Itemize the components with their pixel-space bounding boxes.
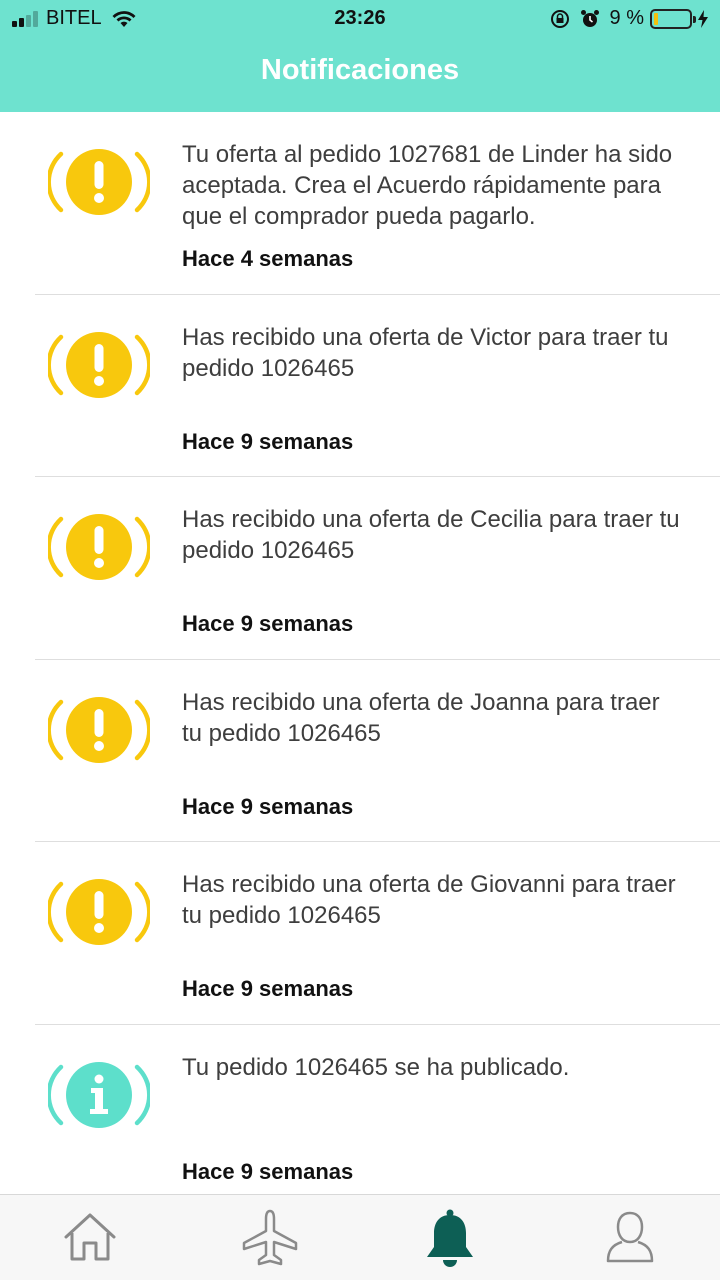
notification-text: Has recibido una oferta de Victor para t…	[182, 323, 669, 382]
warning-icon	[48, 514, 150, 580]
home-icon	[64, 1213, 116, 1261]
warning-icon	[48, 149, 150, 215]
warning-icon	[48, 331, 150, 398]
alarm-icon	[580, 9, 599, 27]
warning-icon	[48, 879, 150, 945]
airplane-icon	[242, 1209, 298, 1266]
tab-trips[interactable]	[238, 1205, 302, 1269]
notification-item[interactable]: Has recibido una oferta de Joanna para t…	[0, 660, 720, 842]
notification-item[interactable]: Has recibido una oferta de Victor para t…	[0, 295, 720, 477]
orientation-lock-icon	[550, 9, 569, 28]
tab-bar	[0, 1194, 720, 1280]
notification-item[interactable]: Tu oferta al pedido 1027681 de Linder ha…	[0, 112, 720, 295]
charging-icon	[698, 9, 708, 28]
tab-profile[interactable]	[598, 1205, 662, 1269]
notification-item[interactable]: Tu pedido 1026465 se ha publicado. Hace 9…	[0, 1025, 720, 1195]
status-bar: BITEL 23:26 9 %	[0, 0, 720, 38]
tab-notifications[interactable]	[418, 1205, 482, 1269]
notification-time: Hace 9 semanas	[182, 976, 354, 1001]
notification-time: Hace 4 semanas	[182, 246, 354, 271]
warning-icon	[48, 696, 150, 763]
notification-text: Tu oferta al pedido 1027681 de Linder ha…	[182, 141, 673, 230]
notification-text: Has recibido una oferta de Cecilia para …	[182, 506, 680, 564]
notification-list[interactable]: Tu oferta al pedido 1027681 de Linder ha…	[0, 112, 720, 1194]
notification-text: Has recibido una oferta de Joanna para t…	[182, 688, 660, 747]
notification-time: Hace 9 semanas	[182, 428, 354, 454]
profile-icon	[606, 1211, 654, 1263]
notification-time: Hace 9 semanas	[182, 793, 354, 819]
battery-icon	[650, 8, 696, 29]
header: BITEL 23:26 9 % Notificaciones	[0, 0, 720, 112]
bell-icon	[427, 1209, 473, 1267]
notification-time: Hace 9 semanas	[182, 611, 354, 636]
page-title: Notificaciones	[260, 54, 460, 86]
notification-text: Has recibido una oferta de Giovanni para…	[182, 871, 676, 929]
notification-time: Hace 9 semanas	[182, 1158, 354, 1184]
notification-item[interactable]: Has recibido una oferta de Cecilia para …	[0, 477, 720, 660]
notification-text: Tu pedido 1026465 se ha publicado.	[182, 1053, 570, 1081]
notification-item[interactable]: Has recibido una oferta de Giovanni para…	[0, 842, 720, 1025]
info-icon	[48, 1061, 150, 1128]
battery-percent: 9 %	[609, 7, 644, 29]
tab-home[interactable]	[58, 1205, 122, 1269]
